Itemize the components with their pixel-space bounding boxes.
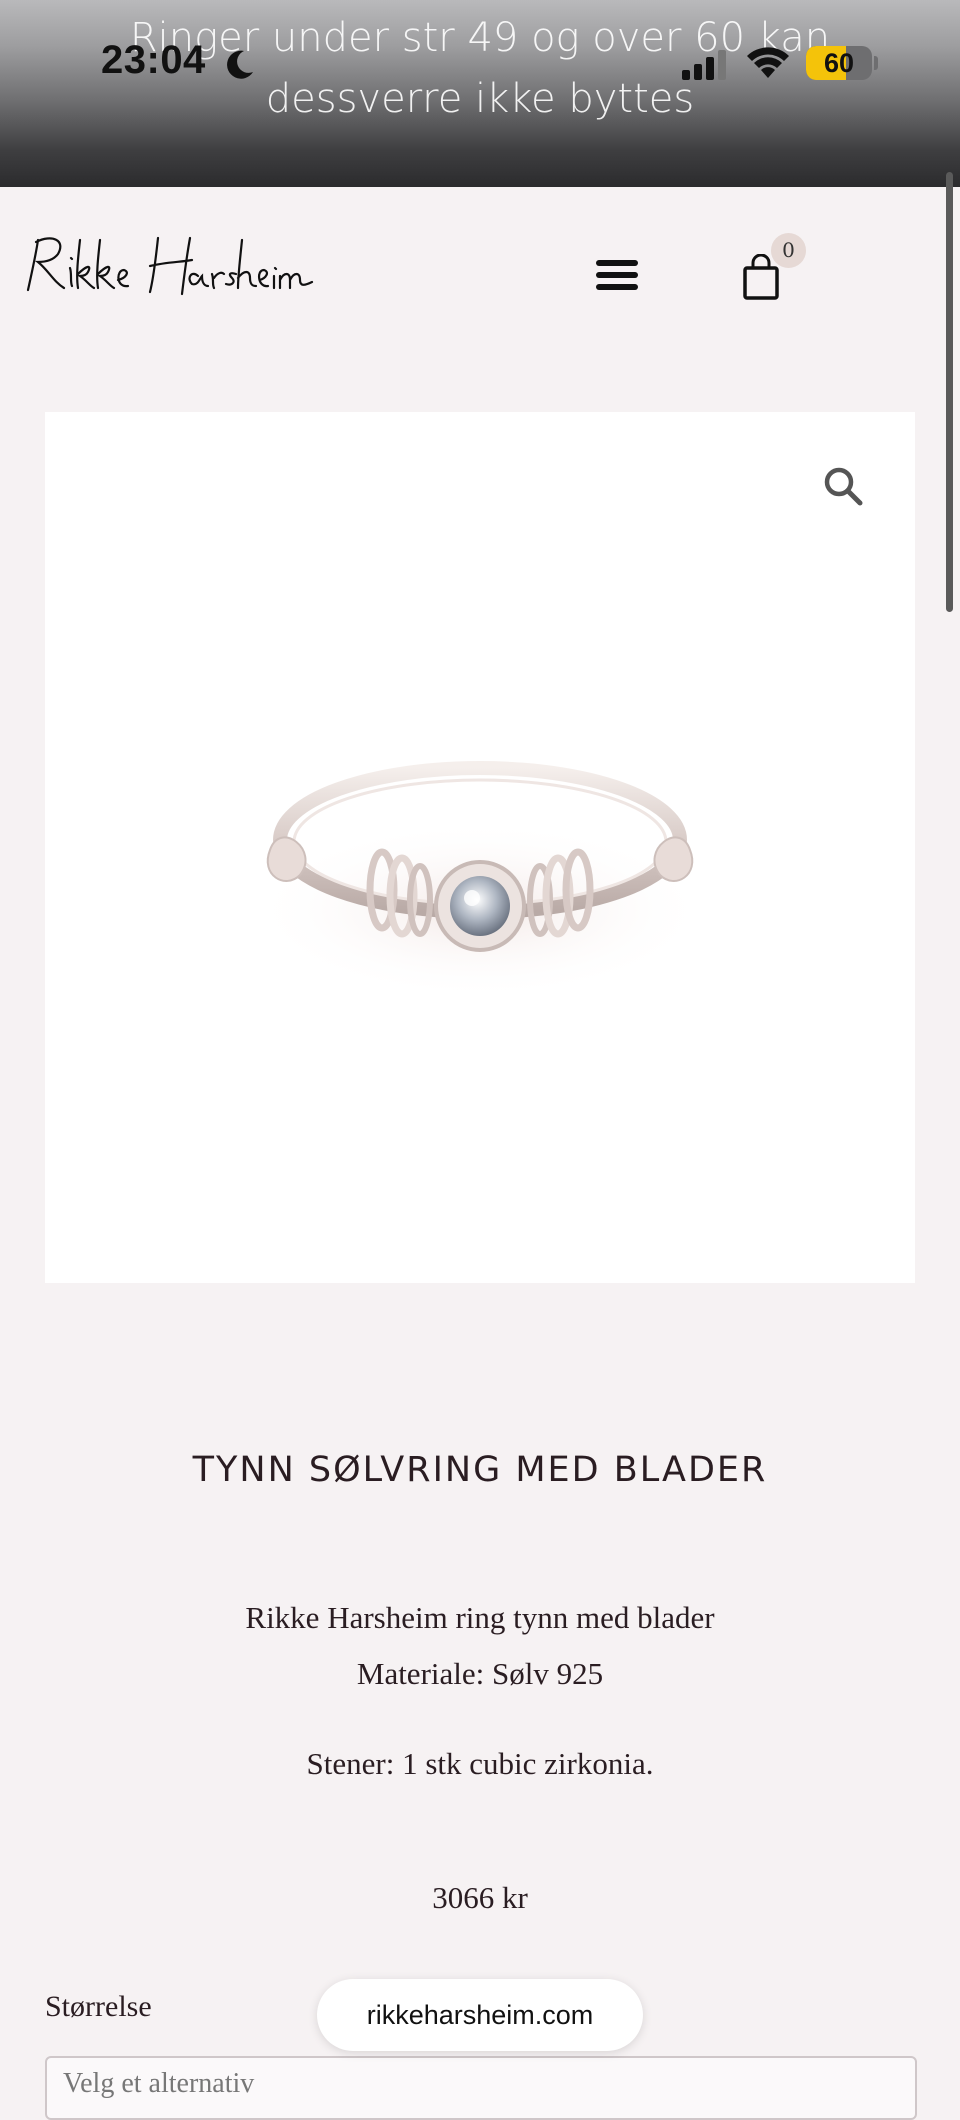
battery-percent: 60 (823, 48, 855, 78)
browser-url-pill[interactable]: rikkeharsheim.com (317, 1979, 643, 2051)
zoom-button[interactable] (804, 447, 882, 525)
signal-icon (682, 50, 726, 80)
wifi-icon (747, 47, 789, 78)
size-select-placeholder: Velg et alternativ (63, 2068, 255, 2099)
battery-icon: 60 (806, 46, 872, 80)
cart-count-badge[interactable]: 0 (771, 233, 806, 268)
size-select[interactable]: Velg et alternativ (45, 2056, 917, 2120)
menu-icon[interactable] (596, 258, 638, 292)
status-time: 23:04 (101, 38, 206, 82)
moon-icon (227, 50, 253, 79)
product-price: 3066 kr (432, 1880, 528, 1915)
size-label: Størrelse (45, 1990, 152, 2023)
product-stones: Stener: 1 stk cubic zirkonia. (306, 1746, 654, 1781)
product-material: Materiale: Sølv 925 (356, 1656, 604, 1691)
product-title: TYNN SØLVRING MED BLADER (192, 1450, 768, 1490)
page-scrollbar[interactable] (946, 172, 953, 612)
ring-image (250, 761, 710, 1000)
product-description: Rikke Harsheim ring tynn med blader (245, 1600, 715, 1635)
battery-nub (874, 56, 878, 70)
logo[interactable] (22, 232, 314, 302)
announcement-banner: Ringer under str 49 og over 60 kan dessv… (0, 0, 960, 187)
search-icon (824, 467, 863, 506)
